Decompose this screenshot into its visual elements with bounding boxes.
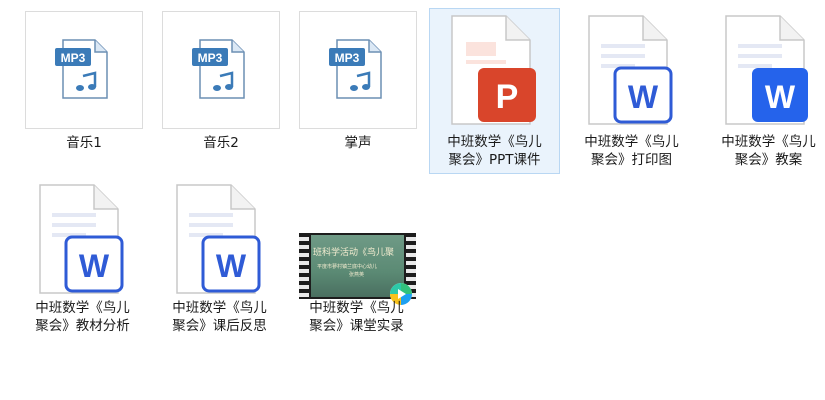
file-name: 中班数学《鸟儿 聚会》打印图 — [584, 134, 679, 168]
svg-text:W: W — [79, 248, 110, 284]
file-item-material-analysis[interactable]: W 中班数学《鸟儿 聚会》教材分析 — [17, 180, 148, 346]
svg-text:W: W — [216, 248, 247, 284]
file-item-reflection[interactable]: W 中班数学《鸟儿 聚会》课后反思 — [154, 180, 285, 346]
word-file-icon: W — [176, 184, 261, 294]
file-item-lesson-plan[interactable]: W 中班数学《鸟儿 聚会》教案 — [703, 8, 825, 174]
file-thumbnail: MP3 — [162, 11, 280, 129]
mp3-file-icon: MP3 — [329, 39, 382, 99]
file-name: 中班数学《鸟儿 聚会》课后反思 — [172, 300, 267, 334]
svg-text:MP3: MP3 — [61, 51, 86, 65]
thumbnail-subtitle: 平度市蓼村镇兰底中心幼儿 — [317, 264, 378, 270]
file-thumbnail: MP3 — [25, 11, 143, 129]
mp3-file-icon: MP3 — [55, 39, 108, 99]
svg-text:W: W — [628, 79, 659, 115]
file-name: 掌声 — [344, 135, 372, 151]
thumbnail-title: 班科学活动《鸟儿聚 — [313, 248, 395, 258]
file-name: 音乐2 — [203, 135, 239, 151]
file-item-ppt-courseware[interactable]: P 中班数学《鸟儿 聚会》PPT课件 — [429, 8, 560, 174]
svg-text:W: W — [765, 79, 796, 115]
word-file-icon: W — [588, 15, 673, 125]
file-item-applause[interactable]: MP3 掌声 — [294, 8, 422, 158]
svg-text:MP3: MP3 — [335, 51, 360, 65]
svg-text:MP3: MP3 — [198, 51, 223, 65]
file-item-class-recording[interactable]: 班科学活动《鸟儿聚 平度市蓼村镇兰底中心幼儿 张燕英 中班数学《鸟儿 聚会》课堂实… — [291, 180, 422, 346]
mp3-file-icon: MP3 — [192, 39, 245, 99]
video-thumbnail: 班科学活动《鸟儿聚 平度市蓼村镇兰底中心幼儿 张燕英 — [299, 233, 416, 305]
thumbnail-author: 张燕英 — [349, 272, 365, 278]
file-item-music1[interactable]: MP3 音乐1 — [20, 8, 148, 158]
powerpoint-file-icon: P — [451, 15, 536, 125]
word-file-icon: W — [39, 184, 124, 294]
svg-text:P: P — [496, 78, 519, 116]
film-strip-left — [299, 233, 309, 299]
file-name: 中班数学《鸟儿 聚会》PPT课件 — [447, 134, 542, 168]
file-thumbnail: MP3 — [299, 11, 417, 129]
file-item-print-image[interactable]: W 中班数学《鸟儿 聚会》打印图 — [566, 8, 697, 174]
file-name: 中班数学《鸟儿 聚会》教案 — [721, 134, 816, 168]
file-name: 中班数学《鸟儿 聚会》课堂实录 — [309, 300, 404, 334]
file-name: 中班数学《鸟儿 聚会》教材分析 — [35, 300, 130, 334]
word-file-icon: W — [725, 15, 808, 125]
file-item-music2[interactable]: MP3 音乐2 — [157, 8, 285, 158]
file-name: 音乐1 — [66, 135, 102, 151]
